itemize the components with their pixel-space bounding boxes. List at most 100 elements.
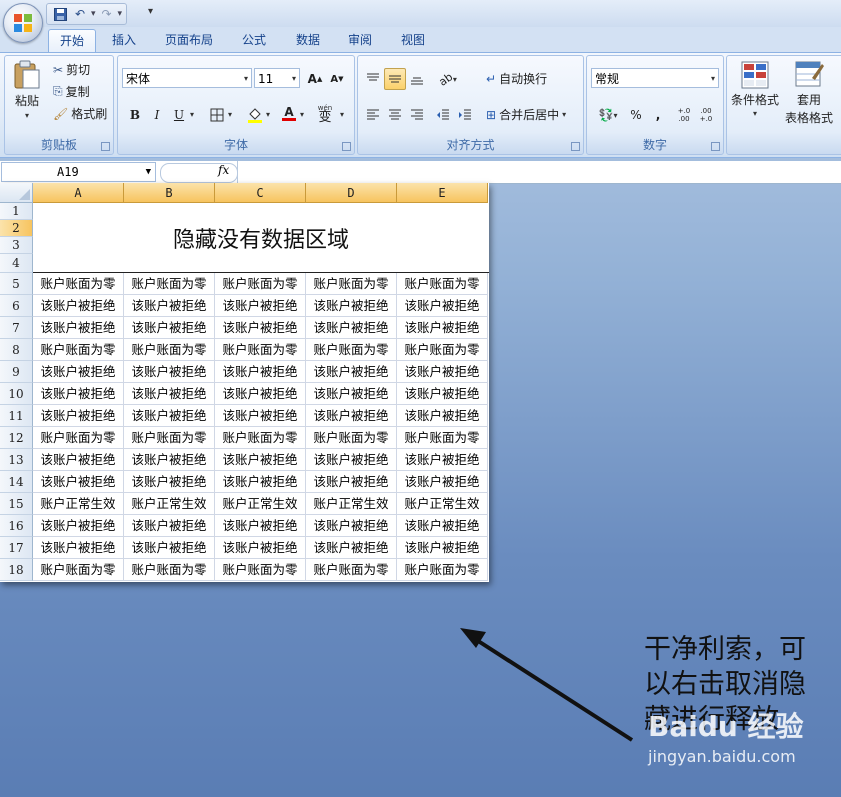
cell-e16[interactable]: 该账户被拒绝 (397, 515, 488, 537)
grow-font-button[interactable]: A ▲ (304, 68, 326, 90)
cell-d16[interactable]: 该账户被拒绝 (306, 515, 397, 537)
cell-d14[interactable]: 该账户被拒绝 (306, 471, 397, 493)
tab-formulas[interactable]: 公式 (234, 29, 274, 51)
number-launcher-icon[interactable] (711, 142, 720, 151)
cell-a11[interactable]: 该账户被拒绝 (33, 405, 124, 427)
number-format-dropdown-icon[interactable]: ▾ (711, 69, 715, 89)
cell-e14[interactable]: 该账户被拒绝 (397, 471, 488, 493)
shrink-font-button[interactable]: A ▼ (326, 68, 348, 90)
conditional-format-button[interactable]: 条件格式 ▾ (731, 60, 779, 118)
cell-e9[interactable]: 该账户被拒绝 (397, 361, 488, 383)
cell-e18[interactable]: 账户账面为零 (397, 559, 488, 581)
column-header-a[interactable]: A (33, 183, 124, 203)
cell-b7[interactable]: 该账户被拒绝 (124, 317, 215, 339)
row-header-1[interactable]: 1 (0, 203, 33, 220)
conditional-format-dropdown-icon[interactable]: ▾ (753, 109, 757, 118)
cell-b9[interactable]: 该账户被拒绝 (124, 361, 215, 383)
increase-decimal-button[interactable]: +.0 .00 (673, 104, 695, 126)
cell-e7[interactable]: 该账户被拒绝 (397, 317, 488, 339)
column-header-c[interactable]: C (215, 183, 306, 203)
cell-e6[interactable]: 该账户被拒绝 (397, 295, 488, 317)
cell-e17[interactable]: 该账户被拒绝 (397, 537, 488, 559)
insert-function-icon[interactable]: fx (218, 163, 229, 177)
name-box-dropdown-icon[interactable]: ▼ (146, 163, 151, 181)
align-top-icon[interactable] (362, 68, 384, 90)
paste-button[interactable]: 粘贴 ▾ (13, 60, 41, 120)
tab-review[interactable]: 审阅 (340, 29, 380, 51)
undo-dropdown-icon[interactable]: ▾ (91, 9, 96, 19)
cell-b6[interactable]: 该账户被拒绝 (124, 295, 215, 317)
phonetic-dropdown-icon[interactable]: ▾ (340, 110, 344, 119)
cell-e15[interactable]: 账户正常生效 (397, 493, 488, 515)
align-center-icon[interactable] (384, 104, 406, 126)
cell-c18[interactable]: 账户账面为零 (215, 559, 306, 581)
tab-home[interactable]: 开始 (48, 29, 96, 52)
row-header-14[interactable]: 14 (0, 471, 33, 493)
decrease-decimal-button[interactable]: .00 +.0 (695, 104, 717, 126)
font-launcher-icon[interactable] (342, 142, 351, 151)
select-all-corner[interactable] (0, 183, 33, 203)
cell-a8[interactable]: 账户账面为零 (33, 339, 124, 361)
number-format-combo[interactable]: 常规 ▾ (591, 68, 719, 88)
cell-a9[interactable]: 该账户被拒绝 (33, 361, 124, 383)
redo-dropdown-icon[interactable]: ▾ (118, 9, 123, 19)
font-color-button[interactable]: A (278, 102, 300, 124)
cell-a16[interactable]: 该账户被拒绝 (33, 515, 124, 537)
italic-button[interactable]: I (146, 104, 168, 126)
cell-d8[interactable]: 账户账面为零 (306, 339, 397, 361)
cell-d9[interactable]: 该账户被拒绝 (306, 361, 397, 383)
decrease-indent-icon[interactable] (432, 104, 454, 126)
alignment-launcher-icon[interactable] (571, 142, 580, 151)
row-header-9[interactable]: 9 (0, 361, 33, 383)
cell-c16[interactable]: 该账户被拒绝 (215, 515, 306, 537)
cell-c14[interactable]: 该账户被拒绝 (215, 471, 306, 493)
cell-e8[interactable]: 账户账面为零 (397, 339, 488, 361)
cell-b5[interactable]: 账户账面为零 (124, 273, 215, 295)
cell-c7[interactable]: 该账户被拒绝 (215, 317, 306, 339)
cell-d15[interactable]: 账户正常生效 (306, 493, 397, 515)
cell-e12[interactable]: 账户账面为零 (397, 427, 488, 449)
align-bottom-icon[interactable] (406, 68, 428, 90)
orientation-button[interactable]: ab ▾ (432, 68, 464, 90)
row-header-15[interactable]: 15 (0, 493, 33, 515)
customize-qat-icon[interactable]: ▾ (148, 6, 153, 17)
row-header-13[interactable]: 13 (0, 449, 33, 471)
cell-a18[interactable]: 账户账面为零 (33, 559, 124, 581)
cell-a17[interactable]: 该账户被拒绝 (33, 537, 124, 559)
phonetic-button[interactable]: wén 变 (314, 102, 336, 124)
tab-data[interactable]: 数据 (288, 29, 328, 51)
format-painter-button[interactable]: 🖌 格式刷 (53, 105, 107, 122)
row-header-6[interactable]: 6 (0, 295, 33, 317)
cell-b11[interactable]: 该账户被拒绝 (124, 405, 215, 427)
cell-d12[interactable]: 账户账面为零 (306, 427, 397, 449)
cell-e11[interactable]: 该账户被拒绝 (397, 405, 488, 427)
font-name-combo[interactable]: 宋体 ▾ (122, 68, 252, 88)
row-header-7[interactable]: 7 (0, 317, 33, 339)
cell-c6[interactable]: 该账户被拒绝 (215, 295, 306, 317)
row-header-5[interactable]: 5 (0, 273, 33, 295)
cell-a7[interactable]: 该账户被拒绝 (33, 317, 124, 339)
row-header-2[interactable]: 2 (0, 220, 33, 237)
cell-d7[interactable]: 该账户被拒绝 (306, 317, 397, 339)
cell-c9[interactable]: 该账户被拒绝 (215, 361, 306, 383)
cell-b10[interactable]: 该账户被拒绝 (124, 383, 215, 405)
cell-b8[interactable]: 账户账面为零 (124, 339, 215, 361)
align-middle-icon[interactable] (384, 68, 406, 90)
merge-center-button[interactable]: ⊞ 合并后居中 ▾ (486, 106, 566, 123)
cell-c8[interactable]: 账户账面为零 (215, 339, 306, 361)
align-right-icon[interactable] (406, 104, 428, 126)
cell-d11[interactable]: 该账户被拒绝 (306, 405, 397, 427)
cell-d10[interactable]: 该账户被拒绝 (306, 383, 397, 405)
name-box[interactable]: A19 ▼ (1, 162, 156, 182)
column-header-e[interactable]: E (397, 183, 488, 203)
fill-color-button[interactable] (244, 104, 266, 126)
cell-c17[interactable]: 该账户被拒绝 (215, 537, 306, 559)
office-button[interactable] (3, 3, 43, 43)
borders-dropdown-icon[interactable]: ▾ (228, 110, 232, 119)
row-header-3[interactable]: 3 (0, 237, 33, 254)
cell-b15[interactable]: 账户正常生效 (124, 493, 215, 515)
cell-c12[interactable]: 账户账面为零 (215, 427, 306, 449)
column-header-d[interactable]: D (306, 183, 397, 203)
wrap-text-button[interactable]: ↵ 自动换行 (486, 70, 547, 87)
cell-a15[interactable]: 账户正常生效 (33, 493, 124, 515)
